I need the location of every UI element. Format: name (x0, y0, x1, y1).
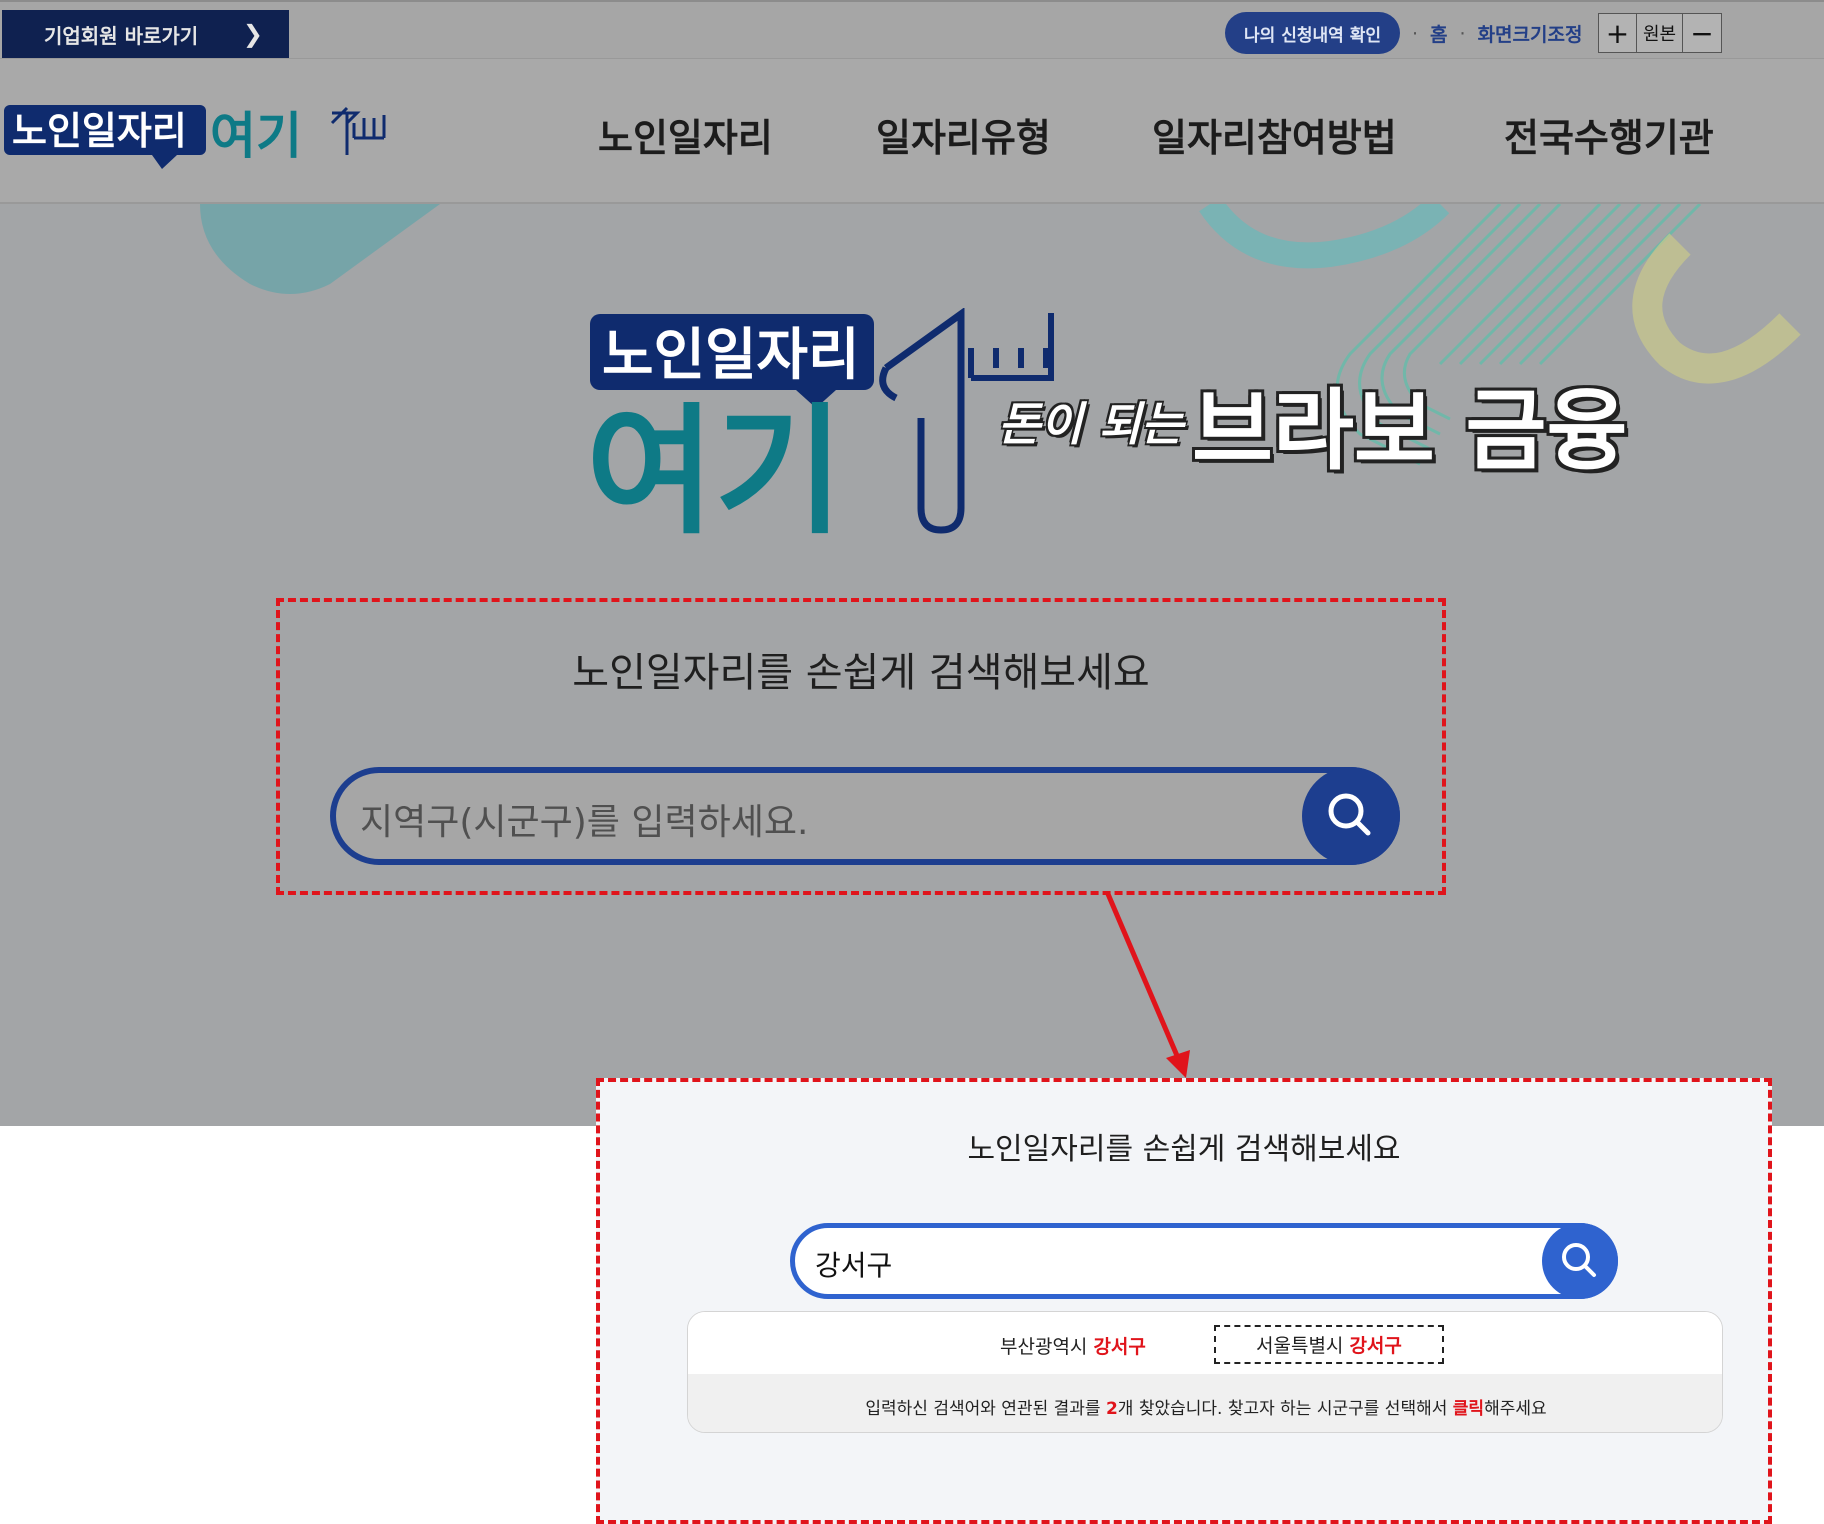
search-button-before[interactable] (1302, 767, 1400, 865)
chevron-right-icon: ❯ (242, 20, 263, 48)
search-placeholder: 지역구(시군구)를 입력하세요. (360, 802, 809, 843)
zoom-in-button[interactable]: + (1599, 14, 1637, 52)
zoom-controls: + 원본 − (1598, 13, 1722, 53)
search-icon (1562, 1243, 1596, 1277)
result-match: 강서구 (1349, 1335, 1402, 1357)
page: 기업회원 바로가기 ❯ 나의 신청내역 확인 · 홈 · 화면크기조정 + 원본… (0, 0, 1824, 1524)
note-text: 해주세요 (1484, 1399, 1547, 1419)
search-input-after[interactable]: 강서구 (790, 1223, 1618, 1299)
nav-item-job-types[interactable]: 일자리유형 (876, 107, 1051, 162)
result-note: 입력하신 검색어와 연관된 결과를 2개 찾았습니다. 찾고자 하는 시군구를 … (688, 1374, 1722, 1432)
hero-logo-line2: 여기 (586, 391, 844, 538)
top-utility-bar: 기업회원 바로가기 ❯ 나의 신청내역 확인 · 홈 · 화면크기조정 + 원본… (0, 0, 1824, 58)
note-text: 개 찾았습니다. 찾고자 하는 시군구를 선택해서 (1117, 1399, 1453, 1419)
search-results: 부산광역시 강서구 서울특별시 강서구 입력하신 검색어와 연관된 결과를 2개… (687, 1311, 1723, 1433)
search-button-after[interactable] (1542, 1223, 1618, 1299)
site-header: 노인일자리 여기 노인일자리 일자리유형 일자리참여방법 전국수행기관 (0, 58, 1824, 204)
result-row: 부산광역시 강서구 서울특별시 강서구 (688, 1312, 1722, 1374)
note-click: 클릭 (1452, 1399, 1485, 1419)
result-item-busan[interactable]: 부산광역시 강서구 (1000, 1332, 1146, 1359)
home-link[interactable]: 홈 (1430, 20, 1447, 47)
search-title-after: 노인일자리를 손쉽게 검색해보세요 (967, 1132, 1401, 1167)
nav-item-agencies[interactable]: 전국수행기관 (1504, 107, 1714, 162)
nav-item-participation[interactable]: 일자리참여방법 (1152, 107, 1397, 162)
corporate-member-link[interactable]: 기업회원 바로가기 ❯ (2, 10, 289, 58)
result-prefix: 서울특별시 (1256, 1335, 1344, 1357)
site-logo[interactable]: 노인일자리 여기 (2, 103, 392, 173)
separator-dot: · (1459, 22, 1466, 45)
result-match: 강서구 (1093, 1336, 1146, 1358)
search-input-before[interactable]: 지역구(시군구)를 입력하세요. (330, 767, 1400, 865)
zoom-reset-button[interactable]: 원본 (1637, 14, 1683, 52)
site-logo-part-1: 노인일자리 (12, 109, 187, 153)
search-value: 강서구 (815, 1249, 893, 1282)
nav-item-elderly-jobs[interactable]: 노인일자리 (598, 107, 773, 162)
result-item-seoul[interactable]: 서울특별시 강서구 (1214, 1325, 1444, 1364)
note-count: 2 (1105, 1399, 1118, 1419)
hero-logo-line1: 노인일자리 (602, 323, 860, 388)
my-application-button[interactable]: 나의 신청내역 확인 (1225, 12, 1400, 54)
zoom-out-button[interactable]: − (1683, 14, 1721, 52)
utility-links: · 홈 · 화면크기조정 (1412, 20, 1582, 47)
zoom-label: 화면크기조정 (1477, 24, 1583, 46)
search-icon (1328, 793, 1371, 836)
search-title-before: 노인일자리를 손쉽게 검색해보세요 (572, 650, 1150, 696)
result-prefix: 부산광역시 (1000, 1336, 1088, 1358)
separator-dot: · (1412, 22, 1419, 45)
note-text: 입력하신 검색어와 연관된 결과를 (865, 1399, 1106, 1419)
corporate-member-label: 기업회원 바로가기 (44, 23, 199, 48)
hero-tagline-small: 돈이 되는 (998, 397, 1184, 451)
hero-tagline-big: 브라보 금융 (1192, 379, 1628, 482)
site-logo-part-2: 여기 (210, 107, 302, 165)
